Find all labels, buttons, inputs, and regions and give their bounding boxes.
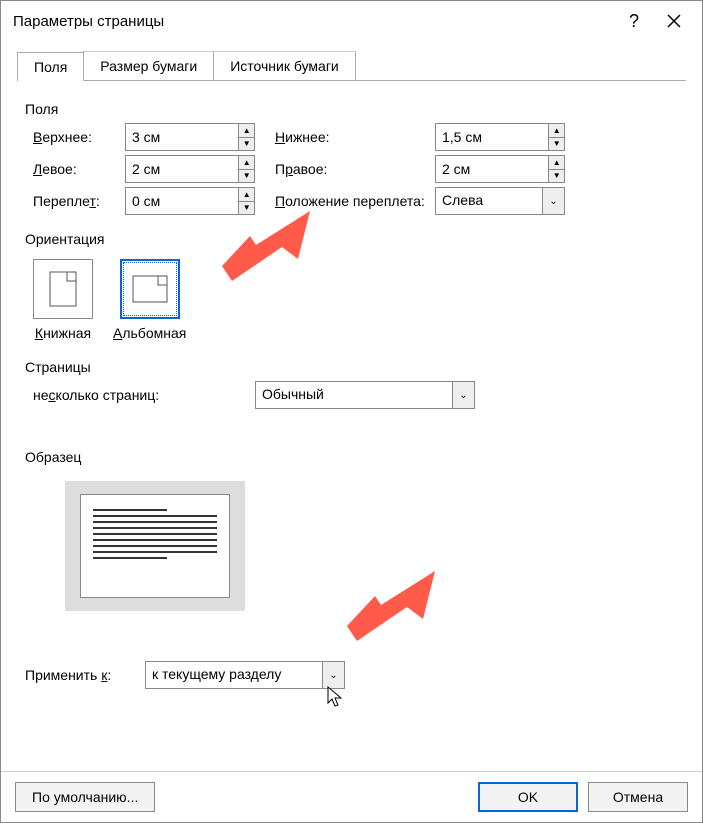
input-right[interactable]: ▲▼ [435,155,565,183]
select-gutter-pos-value: Слева [436,188,542,214]
label-left: Левое: [25,161,125,177]
select-apply-to-value: к текущему разделу [146,662,322,688]
group-orientation: Ориентация [25,231,678,247]
input-gutter-field[interactable] [126,188,238,214]
label-gutter-pos: Положение переплета: [255,193,435,209]
orientation-landscape[interactable]: Альбомная [113,259,186,341]
panel-margins: Поля Верхнее: ▲▼ Нижнее: ▲▼ Левое: ▲▼ [17,81,686,771]
orientation-portrait-label: Книжная [35,325,91,341]
page-setup-dialog: Параметры страницы ? Поля Размер бумаги … [0,0,703,823]
chevron-down-icon: ⌄ [542,188,564,214]
titlebar: Параметры страницы ? [1,1,702,41]
label-right: Правое: [255,161,435,177]
input-top[interactable]: ▲▼ [125,123,255,151]
input-left-field[interactable] [126,156,238,182]
orientation-landscape-label: Альбомная [113,325,186,341]
group-margins: Поля [25,101,678,117]
tab-bar: Поля Размер бумаги Источник бумаги [17,51,686,81]
label-gutter: Переплет: [25,193,125,209]
footer: По умолчанию... OK Отмена [1,771,702,822]
spin-down-icon[interactable]: ▼ [239,202,254,215]
content: Поля Размер бумаги Источник бумаги Поля … [1,41,702,771]
group-preview: Образец [25,449,678,465]
tab-margins[interactable]: Поля [17,52,84,81]
input-bottom-field[interactable] [436,124,548,150]
label-multiple-pages: несколько страниц: [25,387,255,403]
select-multiple-pages-value: Обычный [256,382,452,408]
tab-paper-source[interactable]: Источник бумаги [213,51,356,80]
input-left[interactable]: ▲▼ [125,155,255,183]
default-button[interactable]: По умолчанию... [15,782,155,812]
label-bottom: Нижнее: [255,129,435,145]
spin-down-icon[interactable]: ▼ [549,138,564,151]
spin-up-icon[interactable]: ▲ [239,124,254,138]
input-gutter[interactable]: ▲▼ [125,187,255,215]
input-top-field[interactable] [126,124,238,150]
tab-paper-size[interactable]: Размер бумаги [83,51,214,80]
help-button[interactable]: ? [614,1,654,41]
cancel-button[interactable]: Отмена [588,782,688,812]
spin-up-icon[interactable]: ▲ [549,156,564,170]
dialog-title: Параметры страницы [13,13,614,30]
spin-down-icon[interactable]: ▼ [549,170,564,183]
spin-down-icon[interactable]: ▼ [239,138,254,151]
orientation-portrait[interactable]: Книжная [33,259,93,341]
label-top: Верхнее: [25,129,125,145]
chevron-down-icon: ⌄ [322,662,344,688]
ok-button[interactable]: OK [478,782,578,812]
chevron-down-icon: ⌄ [452,382,474,408]
preview-page-icon [80,494,230,598]
spin-down-icon[interactable]: ▼ [239,170,254,183]
input-bottom[interactable]: ▲▼ [435,123,565,151]
spin-up-icon[interactable]: ▲ [239,188,254,202]
select-apply-to[interactable]: к текущему разделу ⌄ [145,661,345,689]
close-icon [667,14,681,28]
spin-up-icon[interactable]: ▲ [239,156,254,170]
group-pages: Страницы [25,359,678,375]
label-apply-to: Применить к: [25,667,145,683]
close-button[interactable] [654,1,694,41]
select-multiple-pages[interactable]: Обычный ⌄ [255,381,475,409]
landscape-icon [120,259,180,319]
preview-box [65,481,245,611]
cursor-icon [327,686,345,713]
input-right-field[interactable] [436,156,548,182]
portrait-icon [33,259,93,319]
select-gutter-pos[interactable]: Слева ⌄ [435,187,565,215]
spin-up-icon[interactable]: ▲ [549,124,564,138]
